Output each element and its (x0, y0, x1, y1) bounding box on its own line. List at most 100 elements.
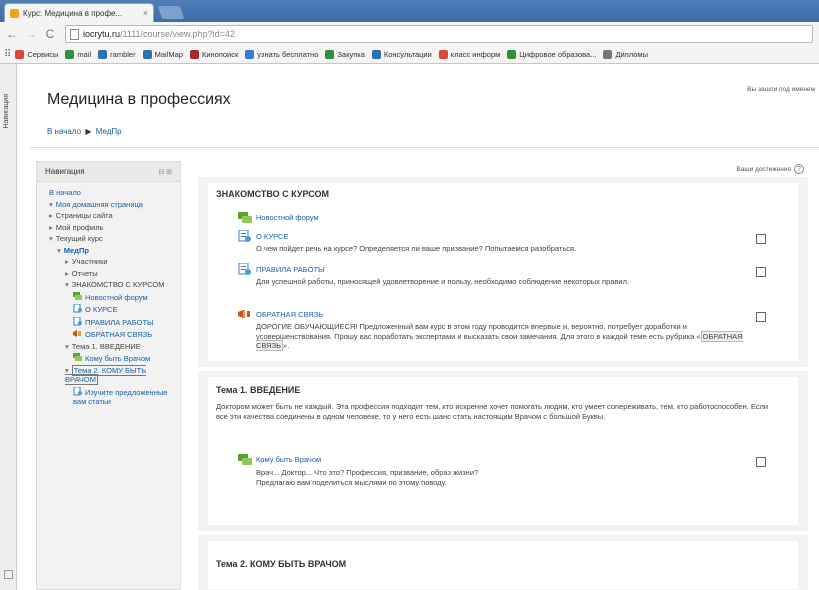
forum-icon (73, 353, 82, 362)
bookmark-item[interactable]: Цифровое образова... (507, 50, 596, 59)
nav-item[interactable]: Новостной форум (49, 291, 176, 303)
expanded-arrow-icon[interactable]: ▾ (49, 200, 53, 209)
expanded-arrow-icon[interactable]: ▾ (65, 342, 69, 351)
completion-checkbox[interactable] (756, 312, 766, 322)
navigation-tree: В начало ▾ Моя домашняя страница ▸ Страницы … (37, 182, 180, 407)
dock-label[interactable]: Навигация (3, 94, 10, 129)
favicon-icon (10, 8, 19, 18)
expanded-arrow-icon[interactable]: ▾ (57, 246, 61, 255)
nav-item[interactable]: ▾ Тема 1. ВВЕДЕНИЕ (49, 342, 176, 352)
activity-feedback[interactable]: ОБРАТНАЯ СВЯЗЬ (238, 308, 323, 321)
feedback-icon (73, 329, 82, 338)
activity-who-doctor[interactable]: Кому быть Врачом (238, 453, 321, 466)
completion-checkbox[interactable] (756, 267, 766, 277)
nav-item[interactable]: Кому быть Врачом (49, 353, 176, 364)
breadcrumb: В начало ▶ МедПр (47, 127, 122, 136)
bookmark-item[interactable]: rambler (98, 50, 136, 59)
nav-item-label[interactable]: Тема 2. КОМУ БЫТЬ ВРАЧОМ (65, 364, 147, 385)
nav-item-label: ЗНАКОМСТВО С КУРСОМ (71, 280, 165, 289)
tab-close-icon[interactable]: × (143, 8, 148, 18)
additional-info-label[interactable]: Ваши достижения (736, 166, 791, 173)
expanded-arrow-icon[interactable]: ▾ (65, 280, 69, 289)
nav-item[interactable]: Изучите предложенные вам статьи (49, 386, 176, 407)
activity-news-forum[interactable]: Новостной форум (238, 211, 319, 224)
breadcrumb-home[interactable]: В начало (47, 127, 81, 136)
nav-item[interactable]: ПРАВИЛА РАБОТЫ (49, 316, 176, 328)
nav-item-label[interactable]: ПРАВИЛА РАБОТЫ (85, 318, 154, 327)
bookmark-item[interactable]: класс информ (438, 50, 501, 59)
address-bar[interactable]: iocrytu.ru /1111/course/view.php?id=42 (65, 25, 813, 43)
expanded-arrow-icon[interactable]: ▾ (49, 234, 53, 243)
activity-description-line-1: Врач... Доктор... Что это? Профессия, пр… (256, 468, 479, 477)
nav-item-label[interactable]: Новостной форум (85, 293, 148, 302)
section-topic-1: Тема 1. ВВЕДЕНИЕ Доктором может быть не … (198, 371, 808, 531)
nav-item-label[interactable]: Моя домашняя страница (56, 200, 143, 209)
activity-link[interactable]: ПРАВИЛА РАБОТЫ (256, 265, 325, 274)
bookmark-item[interactable]: Сервисы (15, 50, 58, 59)
reload-icon[interactable]: C (42, 26, 58, 42)
bookmark-icon (15, 50, 25, 59)
nav-item[interactable]: ▾ Текущий курс (49, 234, 176, 244)
nav-item[interactable]: ОБРАТНАЯ СВЯЗЬ (49, 329, 176, 340)
nav-item-label[interactable]: МедПр (64, 246, 89, 255)
bookmark-item[interactable]: узнать бесплатно (245, 50, 318, 59)
bookmark-label: класс информ (450, 50, 501, 59)
forum-icon (73, 291, 82, 301)
navigation-block: Навигация ⊟ ⊞ В начало ▾ Моя домашняя стра… (36, 161, 181, 590)
bookmark-item[interactable]: Дипломы (603, 50, 648, 59)
nav-item-label[interactable]: В начало (49, 188, 81, 197)
activity-link[interactable]: ОБРАТНАЯ СВЯЗЬ (256, 310, 323, 319)
section-title: Тема 2. КОМУ БЫТЬ ВРАЧОМ (216, 559, 347, 569)
bookmark-item[interactable]: Закупка (325, 50, 365, 59)
feedback-text-end: ». (283, 341, 290, 350)
nav-item[interactable]: ▸ Отчеты (49, 269, 176, 279)
nav-item[interactable]: ▾ МедПр (49, 246, 176, 256)
nav-item-label[interactable]: Изучите предложенные вам статьи (73, 388, 167, 407)
collapsed-arrow-icon[interactable]: ▸ (65, 257, 69, 266)
nav-item-label[interactable]: ОБРАТНАЯ СВЯЗЬ (85, 330, 152, 339)
collapsed-arrow-icon[interactable]: ▸ (49, 211, 53, 220)
collapsed-arrow-icon[interactable]: ▸ (65, 269, 69, 278)
activity-link[interactable]: Новостной форум (256, 213, 319, 222)
breadcrumb-course[interactable]: МедПр (96, 127, 122, 136)
new-tab-button[interactable] (157, 6, 185, 19)
nav-item-label[interactable]: Кому быть Врачом (85, 354, 150, 363)
activity-description: О чем пойдет речь на курсе? Определяется… (256, 244, 577, 253)
url-host: iocrytu.ru (83, 29, 121, 39)
bookmark-label: MailMap (154, 50, 183, 59)
url-path: /1111/course/view.php?id=42 (120, 29, 235, 39)
nav-item[interactable]: ▾ Моя домашняя страница (49, 200, 176, 210)
activity-rules[interactable]: ПРАВИЛА РАБОТЫ (238, 262, 325, 276)
forward-icon[interactable]: → (23, 26, 39, 42)
nav-item-label: Участники (71, 257, 108, 266)
browser-tab[interactable]: Курс: Медицина в профе... × (4, 3, 154, 22)
completion-checkbox[interactable] (756, 234, 766, 244)
nav-item[interactable]: ▸ Мой профиль (49, 223, 176, 233)
apps-icon[interactable]: ⠿ (4, 49, 11, 60)
activity-link[interactable]: Кому быть Врачом (256, 455, 321, 464)
block-controls-icon[interactable]: ⊟ ⊞ (158, 168, 172, 176)
activity-about-course[interactable]: О КУРСЕ (238, 229, 288, 243)
browser-tabstrip: Курс: Медицина в профе... × (0, 0, 819, 22)
bookmark-label: Сервисы (27, 50, 59, 59)
bookmark-icon (65, 50, 75, 59)
nav-item[interactable]: ▾ Тема 2. КОМУ БЫТЬ ВРАЧОМ (49, 364, 176, 385)
nav-item[interactable]: ▸ Участники (49, 257, 176, 267)
nav-item[interactable]: В начало (49, 188, 176, 198)
bookmark-item[interactable]: Консультации (371, 50, 432, 59)
collapsed-arrow-icon[interactable]: ▸ (49, 223, 53, 232)
nav-item[interactable]: ▸ Страницы сайта (49, 211, 176, 221)
nav-item[interactable]: О КУРСЕ (49, 303, 176, 315)
dock-toggle-icon[interactable] (4, 570, 13, 579)
bookmark-item[interactable]: Кинопоиск (189, 50, 238, 59)
nav-item[interactable]: ▾ ЗНАКОМСТВО С КУРСОМ (49, 280, 176, 290)
completion-checkbox[interactable] (756, 457, 766, 467)
help-icon[interactable]: ? (794, 164, 804, 174)
nav-item-label[interactable]: О КУРСЕ (85, 305, 117, 314)
bookmark-item[interactable]: MailMap (142, 50, 183, 59)
back-icon[interactable]: ← (4, 26, 20, 42)
bookmark-item[interactable]: mail (65, 50, 91, 59)
section-intro: ЗНАКОМСТВО С КУРСОМ Новостной форум О КУ… (198, 177, 808, 367)
page-icon (73, 316, 82, 326)
activity-link[interactable]: О КУРСЕ (256, 232, 288, 241)
